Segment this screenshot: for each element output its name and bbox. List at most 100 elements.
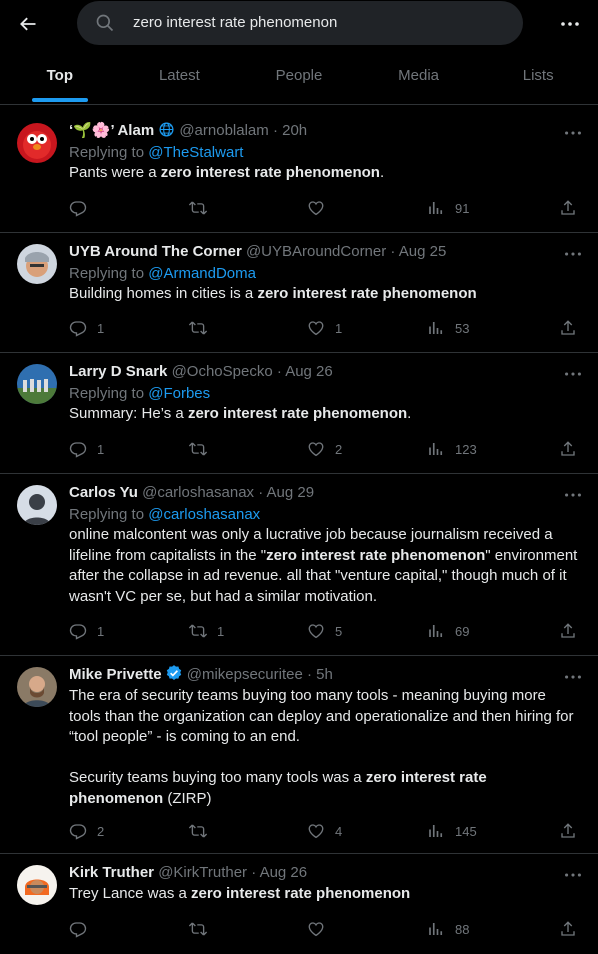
avatar[interactable] — [17, 244, 57, 284]
views-button[interactable]: 145 — [427, 822, 477, 840]
like-button[interactable]: 1 — [307, 319, 342, 337]
display-name[interactable]: Kirk Truther — [69, 864, 154, 881]
reply-button[interactable] — [69, 920, 97, 938]
like-button[interactable] — [307, 199, 335, 217]
tweet[interactable]: Mike Privette @mikepsecuritee · 5h The e… — [0, 656, 598, 854]
tweet-text: Summary: He’s a zero interest rate pheno… — [69, 405, 412, 422]
retweet-button[interactable]: 1 — [189, 622, 224, 640]
timestamp[interactable]: · 20h — [273, 122, 307, 139]
tweet-actions: 88 — [69, 920, 582, 942]
tweet-more-icon[interactable] — [562, 864, 584, 886]
tweet-actions: 1 1 53 — [69, 319, 582, 341]
timestamp[interactable]: · Aug 26 — [251, 864, 307, 881]
share-button[interactable] — [559, 622, 577, 640]
tab-media[interactable]: Media — [359, 54, 479, 104]
share-button[interactable] — [559, 319, 577, 337]
tweet-more-icon[interactable] — [562, 666, 584, 688]
tweet-text: Pants were a zero interest rate phenomen… — [69, 164, 385, 181]
tweet[interactable]: Carlos Yu @carloshasanax · Aug 29 Replyi… — [0, 474, 598, 656]
back-arrow-icon[interactable] — [14, 10, 42, 38]
views-button[interactable]: 53 — [427, 319, 469, 337]
views-button[interactable]: 88 — [427, 920, 469, 938]
share-button[interactable] — [559, 199, 577, 217]
search-tabs: Top Latest People Media Lists — [0, 54, 598, 104]
replying-to-handle[interactable]: @TheStalwart — [148, 144, 243, 161]
share-icon — [559, 920, 577, 938]
tweet-actions: 1 2 123 — [69, 440, 582, 462]
timestamp[interactable]: · 5h — [307, 666, 333, 683]
like-button[interactable]: 4 — [307, 822, 342, 840]
display-name[interactable]: ‘🌱🌸’ Alam — [69, 122, 154, 139]
reply-button[interactable]: 1 — [69, 319, 104, 337]
display-name[interactable]: Mike Privette — [69, 666, 162, 683]
tab-lists[interactable]: Lists — [478, 54, 598, 104]
share-button[interactable] — [559, 822, 577, 840]
tweet-more-icon[interactable] — [562, 484, 584, 506]
replying-to-handle[interactable]: @carloshasanax — [148, 506, 260, 523]
handle[interactable]: @KirkTruther — [158, 864, 247, 881]
handle[interactable]: @arnoblalam — [179, 122, 268, 139]
share-button[interactable] — [559, 440, 577, 458]
tweet-text: online malcontent was only a lucrative j… — [69, 526, 578, 605]
reply-button[interactable] — [69, 199, 97, 217]
reply-icon — [69, 319, 87, 337]
avatar[interactable] — [17, 865, 57, 905]
handle[interactable]: @OchoSpecko — [172, 363, 273, 380]
like-button[interactable]: 2 — [307, 440, 342, 458]
search-query[interactable]: zero interest rate phenomenon — [133, 14, 337, 31]
tweet[interactable]: UYB Around The Corner @UYBAroundCorner ·… — [0, 233, 598, 353]
like-button[interactable]: 5 — [307, 622, 342, 640]
retweet-button[interactable] — [189, 822, 217, 840]
handle[interactable]: @UYBAroundCorner — [246, 243, 386, 260]
views-icon — [427, 822, 445, 840]
timestamp[interactable]: · Aug 29 — [258, 484, 314, 501]
avatar[interactable] — [17, 485, 57, 525]
tweet-more-icon[interactable] — [562, 122, 584, 144]
more-options-icon[interactable] — [558, 12, 582, 36]
views-button[interactable]: 91 — [427, 199, 469, 217]
tweet-more-icon[interactable] — [562, 243, 584, 265]
tweet-more-icon[interactable] — [562, 363, 584, 385]
reply-icon — [69, 440, 87, 458]
replying-to-handle[interactable]: @ArmandDoma — [148, 265, 256, 282]
reply-button[interactable]: 1 — [69, 622, 104, 640]
replying-to: Replying to @ArmandDoma — [69, 265, 256, 282]
reply-button[interactable]: 1 — [69, 440, 104, 458]
tab-top[interactable]: Top — [0, 54, 120, 104]
search-input[interactable]: zero interest rate phenomenon — [77, 1, 523, 45]
replying-to: Replying to @Forbes — [69, 385, 211, 402]
display-name[interactable]: UYB Around The Corner — [69, 243, 242, 260]
views-button[interactable]: 69 — [427, 622, 469, 640]
share-button[interactable] — [559, 920, 577, 938]
retweet-button[interactable] — [189, 440, 217, 458]
avatar[interactable] — [17, 364, 57, 404]
reply-button[interactable]: 2 — [69, 822, 104, 840]
timestamp[interactable]: · Aug 26 — [277, 363, 333, 380]
tweet-actions: 1 1 5 69 — [69, 622, 582, 644]
tweet[interactable]: Larry D Snark @OchoSpecko · Aug 26 Reply… — [0, 353, 598, 474]
retweet-button[interactable] — [189, 199, 217, 217]
replying-to-handle[interactable]: @Forbes — [148, 385, 210, 402]
timestamp[interactable]: · Aug 25 — [390, 243, 446, 260]
share-icon — [559, 622, 577, 640]
like-icon — [307, 440, 325, 458]
handle[interactable]: @mikepsecuritee — [187, 666, 303, 683]
tweet[interactable]: Kirk Truther @KirkTruther · Aug 26 Trey … — [0, 854, 598, 954]
display-name[interactable]: Carlos Yu — [69, 484, 138, 501]
retweet-button[interactable] — [189, 920, 217, 938]
verified-badge-icon[interactable] — [165, 664, 183, 682]
display-name[interactable]: Larry D Snark — [69, 363, 167, 380]
retweet-button[interactable] — [189, 319, 217, 337]
tab-latest[interactable]: Latest — [120, 54, 240, 104]
like-button[interactable] — [307, 920, 335, 938]
handle[interactable]: @carloshasanax — [142, 484, 254, 501]
views-icon — [427, 622, 445, 640]
views-button[interactable]: 123 — [427, 440, 477, 458]
avatar[interactable] — [17, 123, 57, 163]
avatar[interactable] — [17, 667, 57, 707]
tweet[interactable]: ‘🌱🌸’ Alam @arnoblalam · 20h Replying to … — [0, 112, 598, 233]
views-icon — [427, 440, 445, 458]
replying-to: Replying to @TheStalwart — [69, 144, 244, 161]
reply-icon — [69, 920, 87, 938]
tab-people[interactable]: People — [239, 54, 359, 104]
